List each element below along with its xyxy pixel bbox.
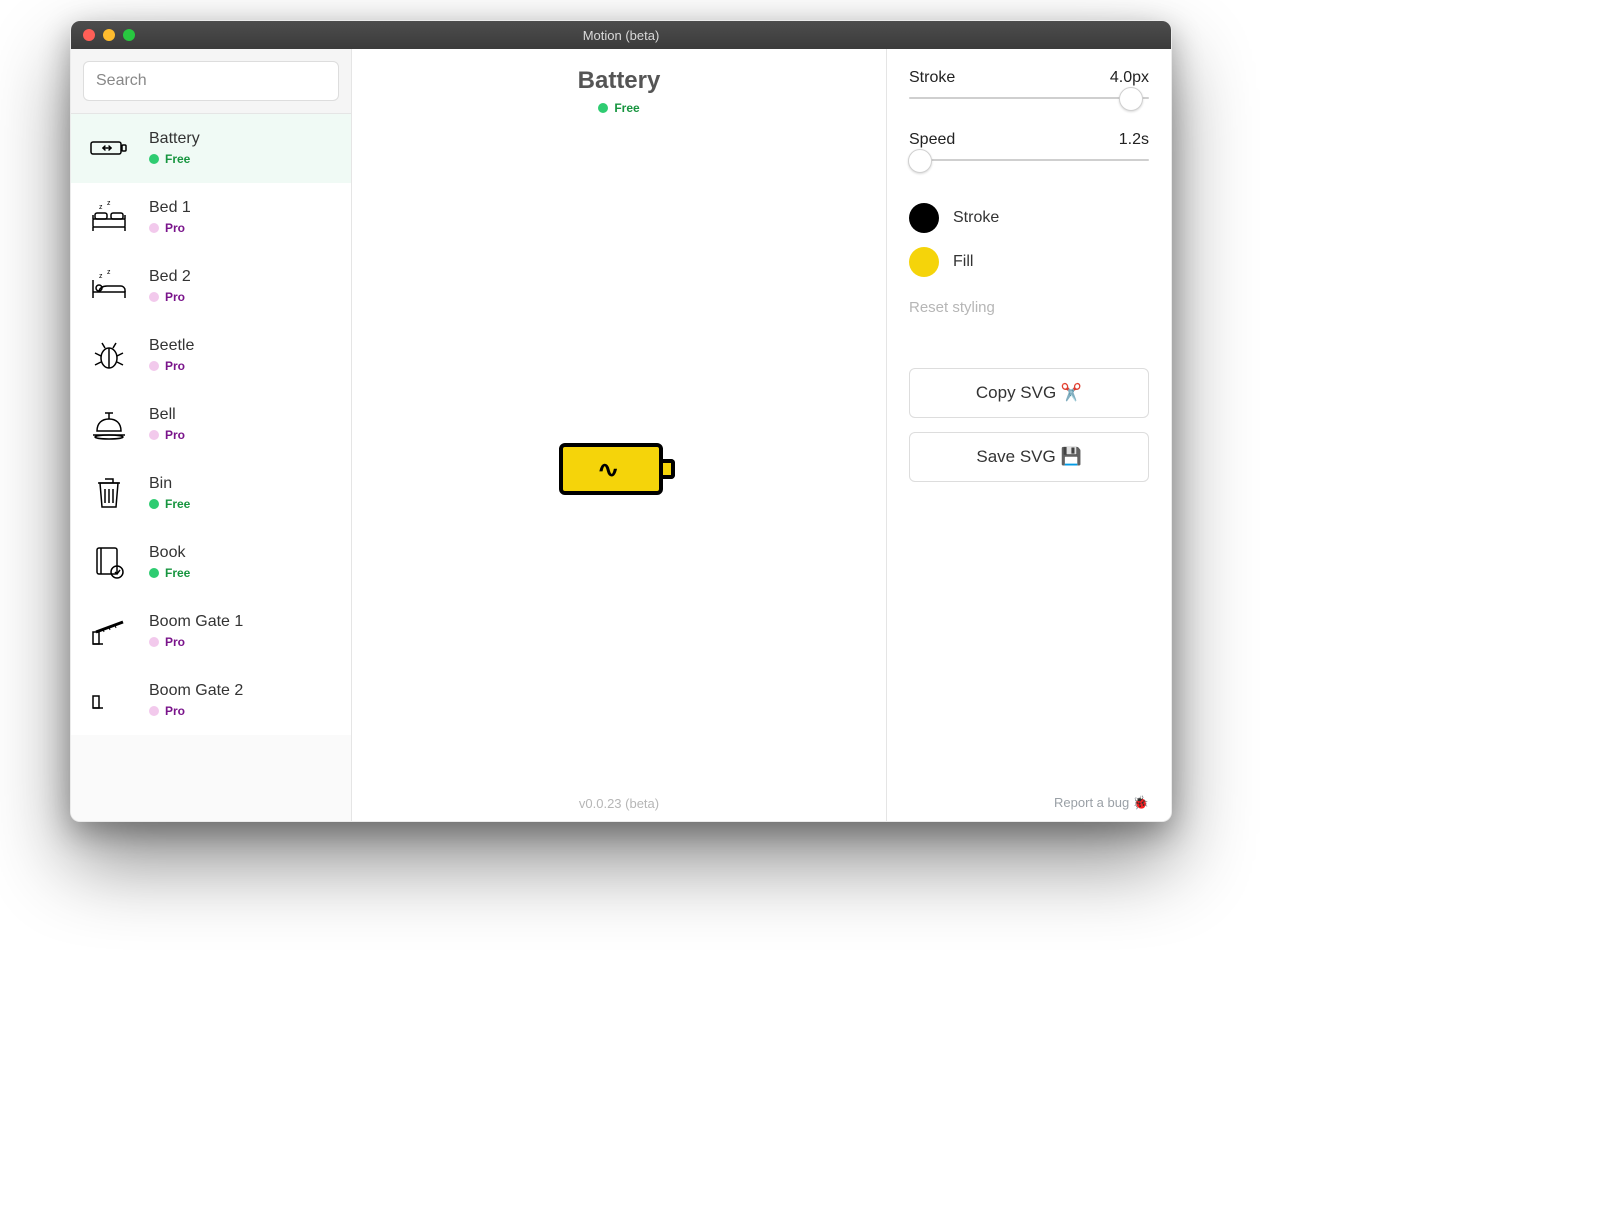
tier-dot-icon — [149, 292, 159, 302]
stroke-slider-thumb[interactable] — [1119, 87, 1143, 111]
tier-dot-icon — [149, 499, 159, 509]
sidebar-item-tier: Free — [149, 152, 200, 166]
zoom-window-button[interactable] — [123, 29, 135, 41]
svg-text:z: z — [107, 269, 111, 276]
bell-icon — [87, 404, 131, 444]
boom1-icon — [87, 611, 131, 651]
bed2-icon: zz — [87, 266, 131, 306]
sidebar-item-label: Bin — [149, 475, 190, 493]
battery-preview-icon: ∿ — [559, 443, 679, 499]
tier-dot-icon — [149, 361, 159, 371]
sidebar-item-battery[interactable]: Battery Free — [71, 114, 351, 183]
save-svg-button[interactable]: Save SVG 💾 — [909, 432, 1149, 482]
tier-dot-icon — [149, 223, 159, 233]
stroke-slider[interactable] — [909, 87, 1149, 109]
sidebar-item-book[interactable]: Book Free — [71, 528, 351, 597]
reset-styling-link[interactable]: Reset styling — [909, 299, 1149, 316]
stroke-label: Stroke — [909, 69, 955, 87]
tier-dot-icon — [149, 706, 159, 716]
speed-value: 1.2s — [1119, 131, 1149, 149]
sidebar-item-bed-1[interactable]: zz Bed 1 Pro — [71, 183, 351, 252]
report-bug-link[interactable]: Report a bug 🐞 — [1054, 795, 1149, 811]
svg-text:z: z — [99, 204, 103, 211]
sidebar-item-tier: Free — [149, 566, 190, 580]
bed1-icon: zz — [87, 197, 131, 237]
icon-list[interactable]: BatteryFreezzBed 1ProzzBed 2ProBeetlePro… — [71, 114, 351, 821]
sidebar-item-boom-gate-1[interactable]: Boom Gate 1 Pro — [71, 597, 351, 666]
tier-dot-icon — [149, 154, 159, 164]
sidebar-item-label: Bed 1 — [149, 199, 191, 217]
sidebar-item-tier: Free — [149, 497, 190, 511]
stroke-color-label: Stroke — [953, 209, 999, 227]
bin-icon — [87, 473, 131, 513]
tier-dot-icon — [149, 430, 159, 440]
sidebar-item-bell[interactable]: Bell Pro — [71, 390, 351, 459]
sidebar-item-label: Battery — [149, 130, 200, 148]
window-title: Motion (beta) — [71, 28, 1171, 43]
tier-dot-icon — [598, 103, 608, 113]
boom2-icon — [87, 680, 131, 720]
close-window-button[interactable] — [83, 29, 95, 41]
stroke-color-row[interactable]: Stroke — [909, 203, 1149, 233]
fill-color-swatch[interactable] — [909, 247, 939, 277]
stroke-color-swatch[interactable] — [909, 203, 939, 233]
main-panel: Battery Free ∿ v0.0.23 (beta) — [352, 49, 887, 821]
fill-color-row[interactable]: Fill — [909, 247, 1149, 277]
sidebar-item-tier: Pro — [149, 359, 194, 373]
version-label: v0.0.23 (beta) — [352, 796, 886, 811]
tier-dot-icon — [149, 568, 159, 578]
sidebar-item-label: Bed 2 — [149, 268, 191, 286]
sidebar-item-bed-2[interactable]: zz Bed 2 Pro — [71, 252, 351, 321]
sidebar-item-beetle[interactable]: Beetle Pro — [71, 321, 351, 390]
search-input[interactable] — [83, 61, 339, 101]
tier-dot-icon — [149, 637, 159, 647]
sidebar-item-tier: Pro — [149, 428, 185, 442]
speed-slider[interactable] — [909, 149, 1149, 171]
battery-icon — [87, 128, 131, 168]
selected-icon-title: Battery — [352, 67, 886, 95]
beetle-icon — [87, 335, 131, 375]
speed-label: Speed — [909, 131, 955, 149]
preview-canvas: ∿ — [352, 121, 886, 821]
app-window: Motion (beta) BatteryFreezzBed 1ProzzBed… — [70, 20, 1172, 822]
sidebar-item-tier: Pro — [149, 635, 243, 649]
sidebar-item-boom-gate-2[interactable]: Boom Gate 2 Pro — [71, 666, 351, 735]
minimize-window-button[interactable] — [103, 29, 115, 41]
sidebar-item-label: Boom Gate 2 — [149, 682, 243, 700]
selected-icon-tier: Free — [352, 101, 886, 115]
sidebar-item-label: Book — [149, 544, 190, 562]
sidebar-item-label: Boom Gate 1 — [149, 613, 243, 631]
titlebar: Motion (beta) — [71, 21, 1171, 49]
book-icon — [87, 542, 131, 582]
sidebar-item-label: Bell — [149, 406, 185, 424]
controls-panel: Stroke 4.0px Speed 1.2s — [887, 49, 1171, 821]
sidebar-item-tier: Pro — [149, 704, 243, 718]
sidebar-item-bin[interactable]: Bin Free — [71, 459, 351, 528]
svg-text:z: z — [99, 273, 103, 280]
sidebar-item-tier: Pro — [149, 290, 191, 304]
fill-color-label: Fill — [953, 253, 973, 271]
copy-svg-button[interactable]: Copy SVG ✂️ — [909, 368, 1149, 418]
sidebar-item-label: Beetle — [149, 337, 194, 355]
svg-text:z: z — [107, 200, 111, 207]
sidebar: BatteryFreezzBed 1ProzzBed 2ProBeetlePro… — [71, 49, 352, 821]
sidebar-item-tier: Pro — [149, 221, 191, 235]
stroke-value: 4.0px — [1110, 69, 1149, 87]
speed-slider-thumb[interactable] — [908, 149, 932, 173]
